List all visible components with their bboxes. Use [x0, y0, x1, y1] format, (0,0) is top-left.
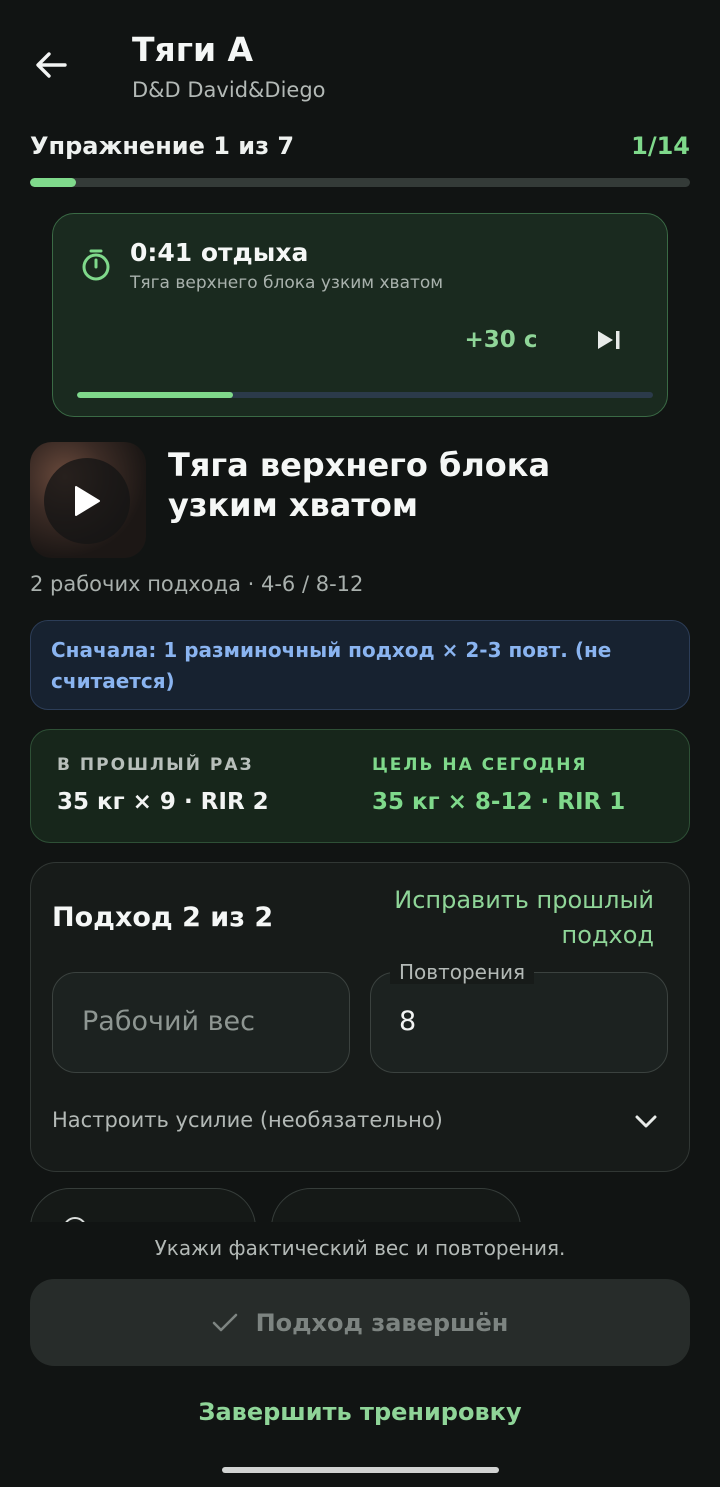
warmup-note-text: Сначала: 1 разминочный подход × 2-3 повт… — [51, 638, 612, 693]
goal-label: ЦЕЛЬ НА СЕГОДНЯ — [372, 755, 588, 775]
goal-value: 35 кг × 8-12 · RIR 1 — [372, 789, 626, 815]
set-done-button[interactable]: Подход завершён — [30, 1279, 690, 1366]
rest-exercise-name: Тяга верхнего блока узким хватом — [130, 273, 444, 293]
scroll-clipped-row — [0, 1180, 720, 1222]
input-hint: Укажи фактический вес и повторения. — [154, 1236, 566, 1260]
exercise-video-thumbnail[interactable] — [30, 442, 146, 558]
set-progress-count: 1/14 — [631, 132, 690, 160]
workout-title: Тяги А — [132, 30, 254, 69]
option-chip[interactable] — [30, 1188, 256, 1222]
workout-subtitle: D&D David&Diego — [132, 78, 326, 102]
adjust-effort-toggle[interactable]: Настроить усилие (необязательно) — [52, 1108, 443, 1132]
set-title: Подход 2 из 2 — [52, 902, 274, 933]
rest-timer-progress-fill — [77, 392, 233, 398]
exercise-progress-label: Упражнение 1 из 7 — [30, 132, 295, 160]
check-icon — [212, 1313, 237, 1331]
warmup-note: Сначала: 1 разминочный подход × 2-3 повт… — [30, 620, 690, 710]
timer-icon — [80, 248, 112, 282]
reps-value: 8 — [399, 1006, 417, 1037]
chevron-down-icon[interactable] — [628, 1106, 664, 1136]
reps-label: Повторения — [390, 960, 535, 984]
weight-placeholder: Рабочий вес — [82, 1006, 255, 1037]
back-button[interactable] — [22, 38, 80, 92]
skip-rest-button[interactable] — [586, 318, 632, 362]
option-chip[interactable] — [271, 1188, 521, 1222]
rest-timer-progress — [77, 392, 653, 398]
finish-workout-button[interactable]: Завершить тренировку — [0, 1398, 720, 1426]
comparison-card: В ПРОШЛЫЙ РАЗ 35 кг × 9 · RIR 2 ЦЕЛЬ НА … — [30, 729, 690, 843]
skip-next-icon — [598, 331, 620, 349]
exercise-meta: 2 рабочих подхода · 4-6 / 8-12 — [30, 572, 364, 596]
last-time-label: В ПРОШЛЫЙ РАЗ — [57, 755, 254, 775]
fix-previous-set-link[interactable]: Исправить прошлый подход — [360, 883, 654, 953]
add-30s-button[interactable]: +30 с — [446, 318, 556, 362]
home-indicator[interactable] — [222, 1467, 499, 1473]
play-icon — [75, 486, 100, 516]
rest-time-label: 0:41 отдыха — [130, 238, 309, 267]
play-button[interactable] — [44, 458, 130, 544]
arrow-left-icon — [36, 52, 67, 78]
exercise-title: Тяга верхнего блока узким хватом — [168, 446, 551, 524]
set-done-label: Подход завершён — [255, 1308, 509, 1337]
last-time-value: 35 кг × 9 · RIR 2 — [57, 789, 269, 815]
workout-progress-fill — [30, 178, 77, 187]
workout-progress-bar — [30, 178, 690, 187]
